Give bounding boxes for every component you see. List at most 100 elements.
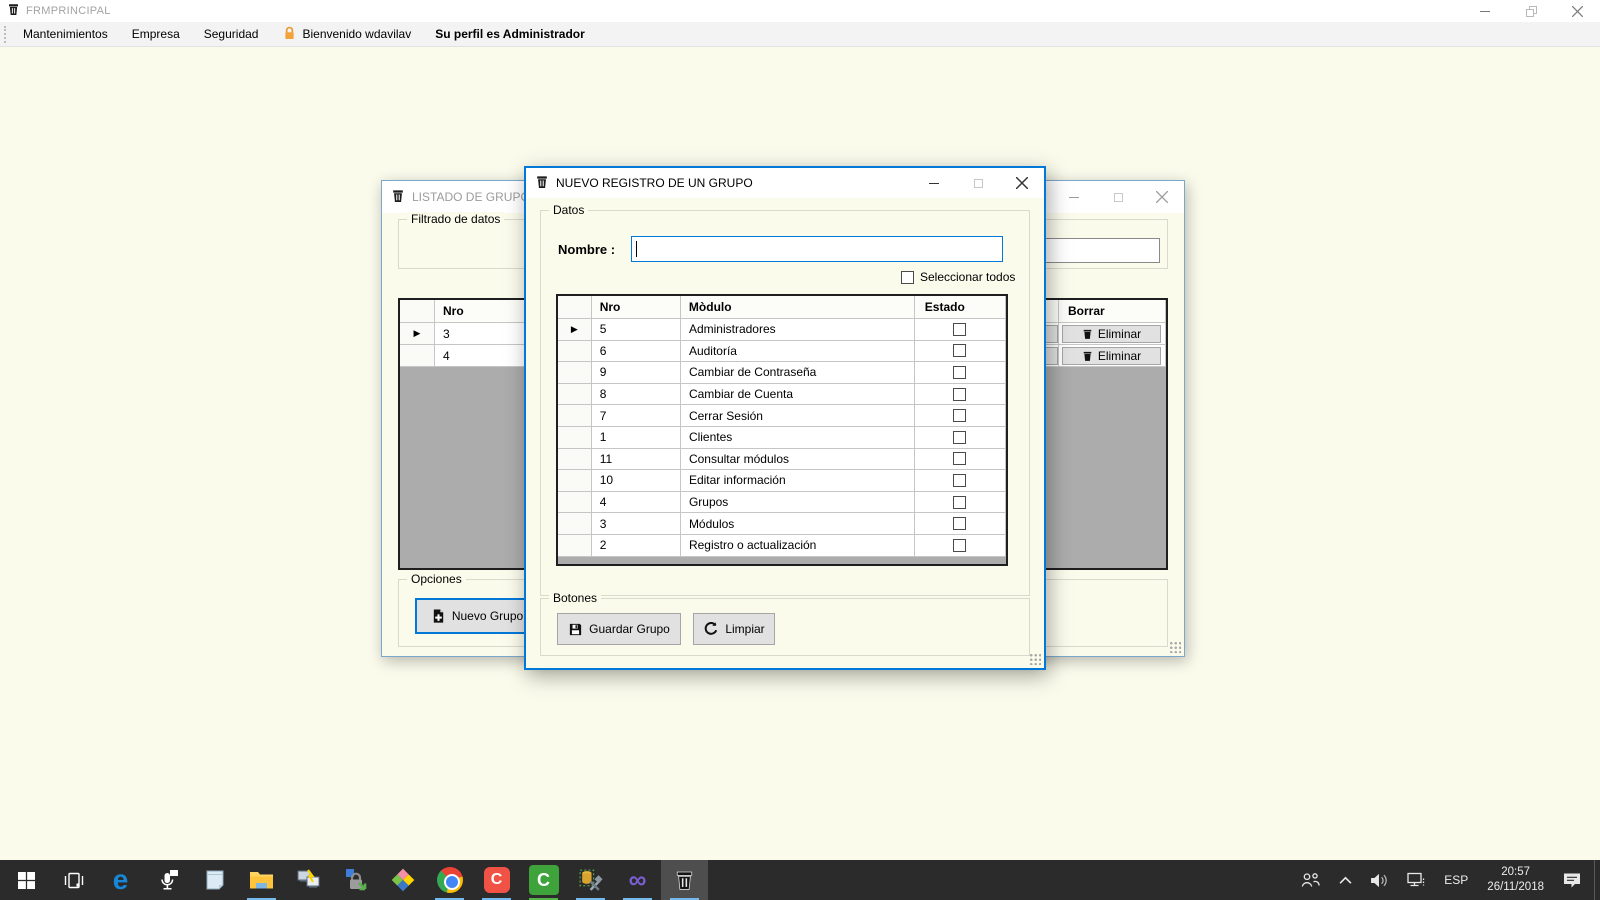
table-row[interactable]: 7 Cerrar Sesión: [558, 405, 1006, 427]
estado-checkbox[interactable]: [953, 323, 966, 336]
edge-icon: e: [113, 866, 129, 894]
app-shield-icon: [391, 189, 405, 206]
table-row[interactable]: 8 Cambiar de Cuenta: [558, 384, 1006, 406]
listado-close-button[interactable]: [1140, 181, 1184, 213]
listado-minimize-button[interactable]: [1052, 181, 1096, 213]
estado-checkbox[interactable]: [953, 431, 966, 444]
lock-icon: [282, 25, 297, 44]
minimize-icon: [929, 183, 939, 184]
system-tray: ESP 20:57 26/11/2018: [1291, 860, 1600, 900]
listado-maximize-button[interactable]: [1096, 181, 1140, 213]
frmprincipal-app-button[interactable]: [661, 860, 708, 900]
people-icon: [1300, 872, 1321, 888]
table-row[interactable]: 9 Cambiar de Contraseña: [558, 362, 1006, 384]
estado-checkbox[interactable]: [953, 539, 966, 552]
main-minimize-button[interactable]: [1462, 0, 1508, 22]
chevron-up-icon: [1339, 876, 1352, 885]
estado-checkbox[interactable]: [953, 366, 966, 379]
estado-checkbox[interactable]: [953, 409, 966, 422]
menu-grip-icon: [4, 26, 6, 43]
menu-item-welcome[interactable]: Bienvenido wdavilav: [270, 22, 423, 46]
datos-group-label: Datos: [549, 203, 588, 217]
guardar-grupo-button[interactable]: Guardar Grupo: [557, 613, 681, 645]
tortoise-svn-button[interactable]: [332, 860, 379, 900]
menu-item-seguridad[interactable]: Seguridad: [192, 22, 271, 46]
options-group-label: Opciones: [407, 572, 466, 586]
file-explorer-button[interactable]: [238, 860, 285, 900]
volume-tray-button[interactable]: [1361, 860, 1398, 900]
show-desktop-button[interactable]: [1594, 860, 1600, 900]
table-row[interactable]: 11 Consultar módulos: [558, 449, 1006, 471]
tortoise-git-button[interactable]: [379, 860, 426, 900]
people-tray-button[interactable]: [1291, 860, 1330, 900]
dialog-titlebar[interactable]: NUEVO REGISTRO DE UN GRUPO: [526, 168, 1044, 198]
dialog-minimize-button[interactable]: [912, 168, 956, 198]
sql-server-tools-button[interactable]: [567, 860, 614, 900]
estado-checkbox[interactable]: [953, 496, 966, 509]
remote-desktop-button[interactable]: [285, 860, 332, 900]
select-all-checkbox[interactable]: [901, 271, 914, 284]
network-tray-button[interactable]: [1398, 860, 1435, 900]
resize-grip[interactable]: [1169, 641, 1181, 653]
camtasia-studio-button[interactable]: C: [520, 860, 567, 900]
table-row[interactable]: ▶ 5 Administradores: [558, 319, 1006, 341]
estado-checkbox[interactable]: [953, 344, 966, 357]
clock-time: 20:57: [1487, 865, 1544, 880]
app-shield-icon: [7, 3, 20, 19]
estado-checkbox[interactable]: [953, 517, 966, 530]
select-all-label: Seleccionar todos: [920, 270, 1015, 284]
main-close-button[interactable]: [1554, 0, 1600, 22]
main-restore-button[interactable]: [1508, 0, 1554, 22]
menu-item-empresa[interactable]: Empresa: [120, 22, 192, 46]
dialog-title: NUEVO REGISTRO DE UN GRUPO: [556, 176, 753, 190]
nuevo-grupo-button[interactable]: Nuevo Grupo: [415, 598, 539, 634]
network-icon: [1407, 872, 1426, 888]
edge-button[interactable]: e: [97, 860, 144, 900]
estado-header-cell[interactable]: Estado: [915, 296, 1006, 319]
camtasia-recorder-button[interactable]: C: [473, 860, 520, 900]
table-row[interactable]: 1 Clientes: [558, 427, 1006, 449]
eliminar-button[interactable]: Eliminar: [1062, 347, 1161, 365]
nro-header-cell[interactable]: Nro: [592, 296, 681, 319]
table-row[interactable]: 2 Registro o actualización: [558, 535, 1006, 557]
estado-checkbox[interactable]: [953, 388, 966, 401]
visual-studio-button[interactable]: ∞: [614, 860, 661, 900]
notepad-button[interactable]: [191, 860, 238, 900]
camtasia-studio-icon: C: [529, 865, 559, 895]
table-row[interactable]: 3 Módulos: [558, 513, 1006, 535]
modulo-header-cell[interactable]: Mòdulo: [681, 296, 915, 319]
save-icon: [568, 622, 583, 637]
dialog-close-button[interactable]: [1000, 168, 1044, 198]
table-row[interactable]: 4 Grupos: [558, 492, 1006, 514]
close-icon: [1156, 191, 1168, 203]
dialog-maximize-button[interactable]: [956, 168, 1000, 198]
task-view-button[interactable]: [50, 860, 97, 900]
table-row[interactable]: 10 Editar información: [558, 470, 1006, 492]
eliminar-button[interactable]: Eliminar: [1062, 325, 1161, 343]
tray-overflow-button[interactable]: [1330, 860, 1361, 900]
clock-date: 26/11/2018: [1487, 880, 1544, 895]
clock[interactable]: 20:57 26/11/2018: [1477, 865, 1554, 895]
language-indicator[interactable]: ESP: [1435, 860, 1477, 900]
start-button[interactable]: [3, 860, 50, 900]
selector-header-cell[interactable]: [400, 300, 435, 323]
select-all-row: Seleccionar todos: [901, 270, 1015, 284]
minimize-icon: [1480, 11, 1490, 12]
trash-icon: [1082, 350, 1093, 362]
menu-item-mantenimientos[interactable]: Mantenimientos: [11, 22, 120, 46]
selector-header-cell[interactable]: [558, 296, 592, 319]
chrome-button[interactable]: [426, 860, 473, 900]
borrar-header-cell[interactable]: Borrar: [1059, 300, 1166, 323]
nombre-input-field[interactable]: [632, 237, 1002, 261]
estado-checkbox[interactable]: [953, 474, 966, 487]
cortana-microphone-button[interactable]: [144, 860, 191, 900]
menu-bar: Mantenimientos Empresa Seguridad Bienven…: [0, 22, 1600, 47]
limpiar-button[interactable]: Limpiar: [693, 613, 775, 645]
action-center-button[interactable]: [1554, 860, 1590, 900]
resize-grip[interactable]: [1029, 653, 1041, 665]
lock-sync-icon: [344, 868, 368, 892]
nuevo-registro-dialog: NUEVO REGISTRO DE UN GRUPO Datos Nombre …: [524, 166, 1046, 670]
nombre-input[interactable]: [631, 236, 1003, 262]
estado-checkbox[interactable]: [953, 452, 966, 465]
table-row[interactable]: 6 Auditoría: [558, 341, 1006, 363]
